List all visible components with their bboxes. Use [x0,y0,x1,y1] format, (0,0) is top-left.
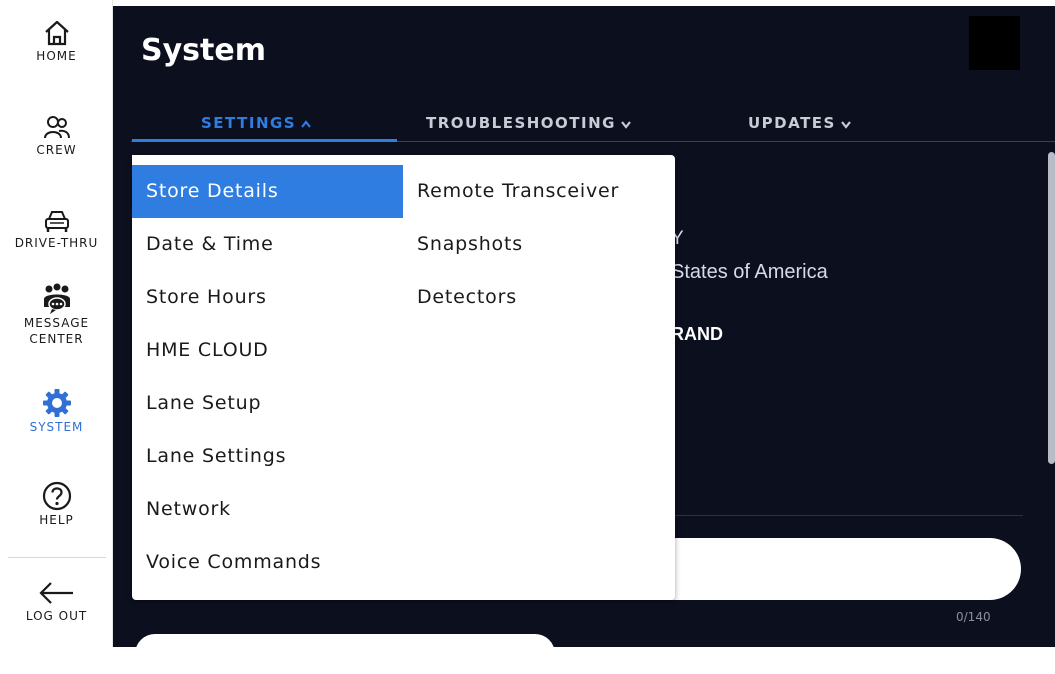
bottom-input[interactable] [135,634,555,674]
menu-item-lane-setup[interactable]: Lane Setup [132,377,403,430]
tab-settings[interactable]: SETTINGS [201,114,312,132]
gear-icon [42,389,71,417]
store-country-text: States of America [671,261,828,283]
help-icon [42,481,71,511]
sidebar-item-label: CREW [36,143,77,157]
sidebar-nav: HOME CREW DRIVE-THRU MESSAGE CENTER SYST… [0,0,113,647]
sidebar-item-message-center[interactable]: MESSAGE CENTER [0,283,113,347]
home-icon [44,20,69,46]
menu-item-store-hours[interactable]: Store Hours [132,271,403,324]
menu-item-voice-commands[interactable]: Voice Commands [132,536,403,589]
avatar[interactable] [969,16,1020,70]
tab-label: UPDATES [748,114,836,132]
sidebar-item-label: LOG OUT [25,609,88,623]
message-input[interactable] [633,538,1021,600]
logout-button[interactable]: LOG OUT [0,578,113,624]
menu-item-detectors[interactable]: Detectors [403,271,675,324]
sidebar-item-label: HELP [39,513,74,527]
character-counter: 0/140 [956,610,991,624]
store-brand-text: RAND [671,324,723,344]
active-tab-indicator [132,139,397,142]
crew-icon [43,116,70,139]
sidebar-item-system[interactable]: SYSTEM [0,387,113,435]
menu-item-network[interactable]: Network [132,483,403,536]
menu-item-snapshots[interactable]: Snapshots [403,218,675,271]
chevron-down-icon [841,120,851,129]
page-title: System [141,33,266,68]
sidebar-item-label: HOME [36,49,77,63]
sidebar-item-home[interactable]: HOME [0,18,113,64]
scrollbar[interactable] [1048,152,1055,464]
car-icon [44,211,69,232]
message-center-icon [43,283,70,314]
sidebar-item-help[interactable]: HELP [0,480,113,528]
chevron-up-icon [301,119,311,128]
menu-item-lane-settings[interactable]: Lane Settings [132,430,403,483]
sidebar-item-drive-thru[interactable]: DRIVE-THRU [0,207,113,251]
content-divider [673,515,1023,516]
tab-updates[interactable]: UPDATES [748,114,852,132]
tab-label: SETTINGS [201,114,297,132]
sidebar-item-crew[interactable]: CREW [0,112,113,158]
sidebar-item-label: DRIVE-THRU [14,236,99,250]
tab-label: TROUBLESHOOTING [426,114,616,132]
menu-item-store-details[interactable]: Store Details [132,165,403,218]
menu-item-date-time[interactable]: Date & Time [132,218,403,271]
sidebar-item-label: CENTER [29,332,84,346]
sidebar-item-label: MESSAGE [23,316,90,330]
arrow-left-icon [38,582,73,604]
menu-item-hme-cloud[interactable]: HME CLOUD [132,324,403,377]
settings-dropdown-menu: Store Details Date & Time Store Hours HM… [132,155,675,600]
sidebar-divider [8,557,106,558]
sidebar-item-label: SYSTEM [29,420,84,434]
menu-item-remote-transceiver[interactable]: Remote Transceiver [403,165,675,218]
chevron-down-icon [621,120,631,129]
tab-troubleshooting[interactable]: TROUBLESHOOTING [426,114,632,132]
